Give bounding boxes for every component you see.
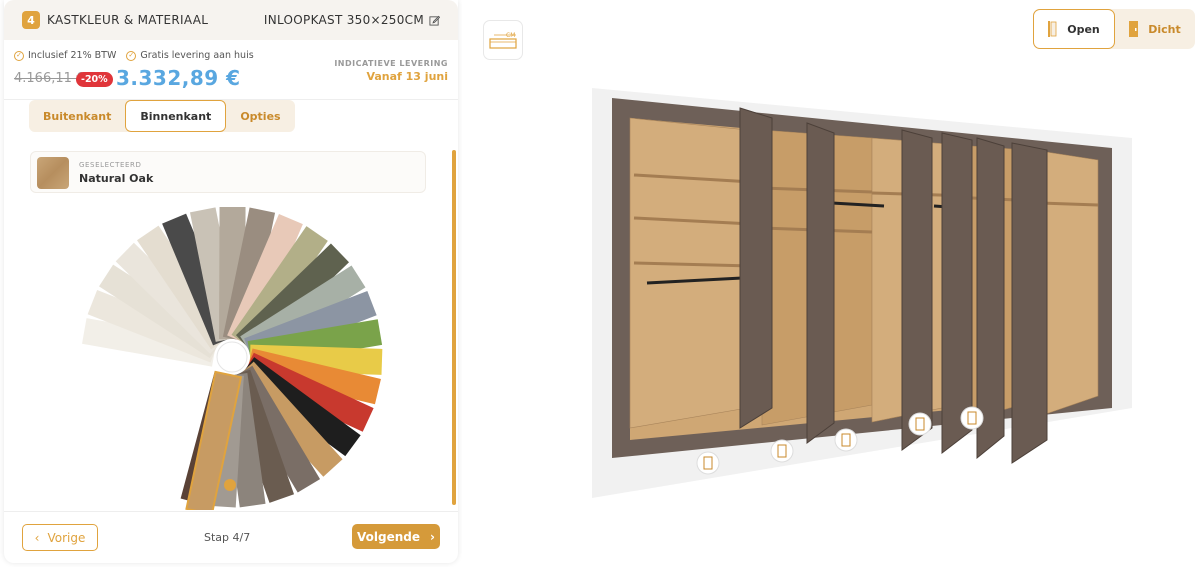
toggle-open[interactable]: Open bbox=[1033, 9, 1115, 49]
logo-icon: CM bbox=[489, 32, 517, 49]
tab-opties[interactable]: Opties bbox=[226, 100, 294, 132]
cabinet-door bbox=[976, 137, 1005, 460]
cabinet-door bbox=[806, 122, 835, 444]
tab-buitenkant[interactable]: Buitenkant bbox=[29, 100, 125, 132]
step-footer: ‹ Vorige Stap 4/7 Volgende › bbox=[4, 511, 458, 563]
wardrobe-title[interactable]: INLOOPKAST 350×250CM bbox=[264, 13, 424, 27]
toggle-closed-label: Dicht bbox=[1148, 22, 1181, 36]
check-icon: ✓ bbox=[14, 50, 24, 61]
next-button[interactable]: Volgende › bbox=[352, 524, 440, 549]
door-toggle: Open Dicht bbox=[1033, 9, 1195, 49]
cabinet-compartment bbox=[629, 117, 748, 429]
next-label: Volgende bbox=[357, 529, 421, 544]
new-price: 3.332,89 € bbox=[116, 66, 241, 90]
door-hotspot-icon[interactable] bbox=[696, 451, 720, 475]
delivery-date: Vanaf 13 juni bbox=[366, 70, 448, 83]
door-open-icon bbox=[1048, 21, 1057, 37]
door-hotspot-icon[interactable] bbox=[960, 406, 984, 430]
price-area: ✓ Inclusief 21% BTW ✓ Gratis levering aa… bbox=[4, 44, 458, 100]
tab-binnenkant[interactable]: Binnenkant bbox=[125, 100, 227, 132]
wardrobe-render bbox=[592, 88, 1132, 498]
vat-badge: ✓ Inclusief 21% BTW bbox=[14, 50, 116, 61]
dimension-logo-button[interactable]: CM bbox=[483, 20, 523, 60]
selected-value: Natural Oak bbox=[79, 172, 154, 185]
prev-button[interactable]: ‹ Vorige bbox=[22, 524, 98, 551]
door-closed-icon bbox=[1129, 21, 1139, 37]
step-count: Stap 4/7 bbox=[204, 531, 251, 544]
chevron-right-icon: › bbox=[430, 529, 435, 544]
door-hotspot-icon[interactable] bbox=[834, 428, 858, 452]
configurator: 4 KASTKLEUR & MATERIAAL INLOOPKAST 350×2… bbox=[0, 0, 1200, 567]
cabinet-compartment bbox=[1039, 150, 1099, 417]
config-panel: 4 KASTKLEUR & MATERIAAL INLOOPKAST 350×2… bbox=[4, 0, 458, 563]
3d-viewer[interactable]: CM Open Dicht bbox=[462, 0, 1200, 567]
selected-material: GESELECTEERD Natural Oak bbox=[30, 151, 426, 193]
selected-label: GESELECTEERD bbox=[79, 161, 142, 169]
toggle-closed[interactable]: Dicht bbox=[1115, 9, 1195, 49]
cabinet-door bbox=[1011, 142, 1048, 464]
cabinet-shelf bbox=[1039, 201, 1099, 207]
fan-handle-icon[interactable] bbox=[224, 479, 236, 491]
door-hotspot-icon[interactable] bbox=[770, 439, 794, 463]
fan-hub bbox=[216, 341, 248, 373]
chevron-left-icon: ‹ bbox=[34, 530, 40, 545]
delivery-label: INDICATIEVE LEVERING bbox=[334, 59, 448, 68]
old-price: 4.166,11 € bbox=[14, 71, 85, 86]
check-icon: ✓ bbox=[126, 50, 137, 61]
color-fan bbox=[82, 206, 383, 510]
toggle-open-label: Open bbox=[1067, 22, 1100, 36]
discount-badge: -20% bbox=[76, 72, 113, 87]
shipping-badge: ✓ Gratis levering aan huis bbox=[126, 50, 254, 61]
step-header: 4 KASTKLEUR & MATERIAAL INLOOPKAST 350×2… bbox=[4, 0, 458, 40]
edit-icon[interactable] bbox=[429, 15, 440, 26]
step-number: 4 bbox=[22, 11, 40, 29]
badges: ✓ Inclusief 21% BTW ✓ Gratis levering aa… bbox=[14, 50, 254, 61]
logo-text: CM bbox=[506, 32, 515, 39]
cabinet-door bbox=[739, 107, 773, 429]
prev-label: Vorige bbox=[47, 530, 86, 545]
material-tabs: Buitenkant Binnenkant Opties bbox=[29, 100, 295, 132]
step-title: KASTKLEUR & MATERIAAL bbox=[47, 13, 209, 27]
door-hotspot-icon[interactable] bbox=[908, 412, 932, 436]
scrollbar[interactable] bbox=[452, 150, 456, 505]
cabinet-door bbox=[901, 129, 933, 451]
shipping-note: Gratis levering aan huis bbox=[140, 50, 254, 61]
selected-swatch bbox=[37, 157, 69, 189]
cabinet-door bbox=[941, 132, 973, 455]
vat-note: Inclusief 21% BTW bbox=[28, 50, 117, 61]
